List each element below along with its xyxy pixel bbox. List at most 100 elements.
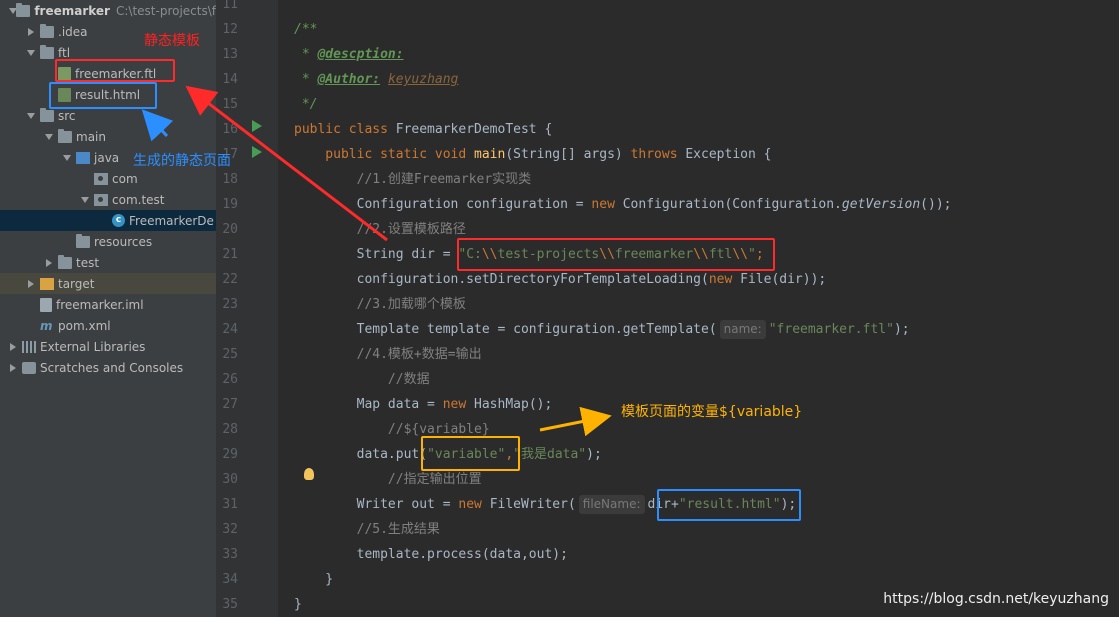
libraries-icon bbox=[22, 340, 36, 353]
code-line-34: } bbox=[294, 572, 334, 587]
code-line-23: //3.加载哪个模板 bbox=[294, 297, 466, 312]
chevron-down-icon[interactable] bbox=[44, 132, 54, 142]
tree-item[interactable]: freemarker C:\test-projects\f bbox=[0, 0, 216, 21]
iml-file-icon bbox=[40, 297, 52, 312]
editor-gutter: 11 12 13 14 15 16 17 18 19 20 21 22 23 24 25 26 27 28 29 30… bbox=[216, 0, 289, 617]
code-line-14: * @Author: keyuzhang bbox=[294, 72, 459, 87]
chevron-down-icon[interactable] bbox=[8, 6, 18, 16]
template-variable-label: 模板页面的变量${variable} bbox=[621, 404, 803, 420]
chevron-down-icon[interactable] bbox=[26, 48, 36, 58]
chevron-down-icon[interactable] bbox=[26, 111, 36, 121]
line-number: 16 bbox=[222, 122, 238, 137]
project-folder-icon bbox=[16, 2, 31, 17]
tree-item-label: src bbox=[58, 108, 76, 123]
static-template-label: 静态模板 bbox=[144, 33, 200, 49]
line-number: 23 bbox=[222, 297, 238, 312]
tree-item-label: test bbox=[76, 255, 100, 270]
tree-item-label: freemarker bbox=[34, 3, 110, 18]
line-number: 26 bbox=[222, 372, 238, 387]
tree-item-label: com.test bbox=[112, 192, 165, 207]
run-main-icon[interactable] bbox=[252, 146, 262, 158]
parameter-hint: fileName: bbox=[578, 495, 645, 514]
code-line-35: } bbox=[294, 597, 302, 612]
tree-item[interactable]: External Libraries bbox=[0, 336, 216, 357]
html-file-highlight bbox=[49, 82, 157, 109]
template-path-highlight bbox=[457, 238, 775, 271]
line-number: 20 bbox=[222, 222, 238, 237]
excluded-folder-icon bbox=[40, 277, 54, 290]
java-class-icon: c bbox=[112, 214, 125, 227]
chevron-right-icon[interactable] bbox=[8, 342, 18, 352]
line-number: 27 bbox=[222, 397, 238, 412]
folder-icon bbox=[40, 23, 54, 38]
tree-item[interactable]: target bbox=[0, 273, 216, 294]
line-number: 14 bbox=[222, 72, 238, 87]
chevron-right-icon[interactable] bbox=[8, 363, 18, 373]
tree-item-label: pom.xml bbox=[58, 318, 111, 333]
tree-item[interactable]: m pom.xml bbox=[0, 315, 216, 336]
tree-item-label: java bbox=[94, 150, 120, 165]
line-number: 13 bbox=[222, 47, 238, 62]
tree-item-label: resources bbox=[94, 234, 153, 249]
run-class-icon[interactable] bbox=[252, 120, 262, 132]
tree-item-label: main bbox=[76, 129, 106, 144]
line-number: 19 bbox=[222, 197, 238, 212]
tree-item[interactable]: resources bbox=[0, 231, 216, 252]
watermark: https://blog.csdn.net/keyuzhang bbox=[883, 591, 1109, 607]
package-icon bbox=[94, 193, 108, 206]
tree-item[interactable]: main bbox=[0, 126, 216, 147]
code-line-32: //5.生成结果 bbox=[294, 522, 440, 537]
tree-item[interactable]: test bbox=[0, 252, 216, 273]
line-number: 18 bbox=[222, 172, 238, 187]
tree-item-label: freemarker.iml bbox=[56, 297, 144, 312]
code-line-25: //4.模板+数据=输出 bbox=[294, 347, 482, 362]
chevron-right-icon[interactable] bbox=[26, 27, 36, 37]
tree-item-label: FreemarkerDe bbox=[129, 213, 214, 228]
line-number: 35 bbox=[222, 597, 238, 612]
line-number: 11 bbox=[222, 0, 238, 12]
parameter-hint: name: bbox=[719, 320, 766, 339]
line-number: 21 bbox=[222, 247, 238, 262]
code-line-12: /** bbox=[294, 22, 318, 37]
tree-item-label: com bbox=[112, 171, 138, 186]
line-number: 22 bbox=[222, 272, 238, 287]
line-number: 25 bbox=[222, 347, 238, 362]
line-number: 28 bbox=[222, 422, 238, 437]
line-number: 12 bbox=[222, 22, 238, 37]
chevron-right-icon[interactable] bbox=[44, 258, 54, 268]
tree-item-label: ftl bbox=[58, 45, 71, 60]
code-line-19: Configuration configuration = new Config… bbox=[294, 197, 952, 212]
code-line-33: template.process(data,out); bbox=[294, 547, 568, 562]
line-number: 34 bbox=[222, 572, 238, 587]
tree-item[interactable]: com bbox=[0, 168, 216, 189]
project-path: C:\test-projects\f bbox=[115, 3, 216, 18]
folder-icon bbox=[58, 128, 72, 143]
generated-page-label: 生成的静态页面 bbox=[133, 153, 231, 169]
folder-icon bbox=[58, 254, 72, 269]
variable-key-highlight bbox=[421, 436, 520, 471]
line-number: 30 bbox=[222, 472, 238, 487]
ftl-file-highlight bbox=[55, 59, 175, 82]
tree-item[interactable]: com.test bbox=[0, 189, 216, 210]
tree-item-label: External Libraries bbox=[40, 339, 146, 354]
line-number: 29 bbox=[222, 447, 238, 462]
folder-icon bbox=[40, 107, 54, 122]
code-editor[interactable]: /** * @descption: * @Author: keyuzhang *… bbox=[278, 0, 1119, 617]
line-number: 32 bbox=[222, 522, 238, 537]
chevron-down-icon[interactable] bbox=[62, 153, 72, 163]
tree-item[interactable]: c FreemarkerDe bbox=[0, 210, 216, 231]
code-line-18: //1.创建Freemarker实现类 bbox=[294, 172, 532, 187]
line-number: 33 bbox=[222, 547, 238, 562]
code-line-13: * @descption: bbox=[294, 47, 404, 62]
source-folder-icon bbox=[76, 151, 90, 164]
output-path-highlight bbox=[657, 489, 801, 521]
code-line-26: //数据 bbox=[294, 372, 430, 387]
code-line-15: */ bbox=[294, 97, 318, 112]
tree-item[interactable]: freemarker.iml bbox=[0, 294, 216, 315]
chevron-down-icon[interactable] bbox=[80, 195, 90, 205]
tree-item-label: Scratches and Consoles bbox=[40, 360, 184, 375]
line-number: 24 bbox=[222, 322, 238, 337]
line-number: 15 bbox=[222, 97, 238, 112]
chevron-right-icon[interactable] bbox=[26, 279, 36, 289]
tree-item[interactable]: Scratches and Consoles bbox=[0, 357, 216, 378]
